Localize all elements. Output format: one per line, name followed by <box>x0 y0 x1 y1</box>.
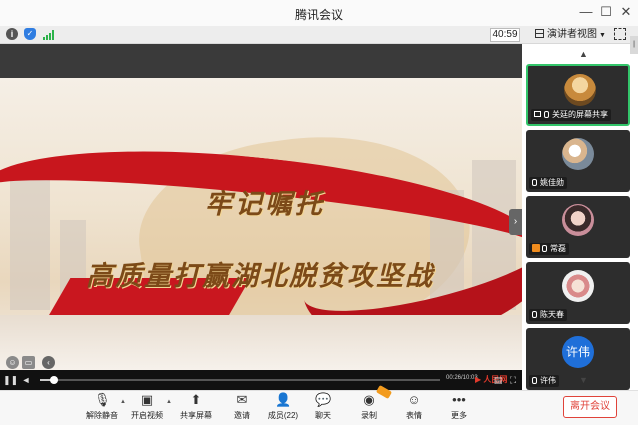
shield-icon[interactable]: ✓ <box>24 28 36 40</box>
participant-tile[interactable]: 常磊 <box>526 196 630 258</box>
scroll-down-icon[interactable]: ▼ <box>579 375 588 385</box>
volume-icon[interactable]: ◄ <box>20 374 32 386</box>
participant-name: 常磊 <box>550 244 566 253</box>
participant-label: 许伟 <box>529 375 559 387</box>
share-screen-button[interactable]: ⬆ 共享屏幕 <box>176 393 216 425</box>
emoji-icon: ☺ <box>407 392 421 407</box>
video-progress-bar[interactable] <box>40 376 440 384</box>
participant-tile[interactable]: 陈天春 <box>526 262 630 324</box>
view-mode-label: 演讲者视图 <box>547 29 597 40</box>
invite-label: 邀请 <box>234 411 250 420</box>
window-title: 腾讯会议 <box>294 8 343 22</box>
emoji-button[interactable]: ☺ 表情 <box>394 393 434 425</box>
title-bar: 腾讯会议 — ☐ ✕ <box>0 0 638 26</box>
close-icon[interactable]: ✕ <box>618 4 634 20</box>
meeting-toolbar: i ✓ 40:59 演讲者视图 ▼ <box>0 26 638 44</box>
video-title-line2: 高质量打赢湖北脱贫攻坚战 <box>86 261 434 292</box>
avatar <box>562 138 594 170</box>
mic-muted-icon <box>532 377 537 384</box>
record-button[interactable]: ◉ 录制 <box>349 393 389 425</box>
members-label: 成员(22) <box>267 411 299 420</box>
collapse-left-icon[interactable]: ‹ <box>42 356 55 369</box>
settings-icon[interactable]: ▤ <box>492 374 504 386</box>
mic-muted-icon <box>532 179 537 186</box>
mic-icon <box>544 111 549 118</box>
participant-tile[interactable]: 姚佳勋 <box>526 130 630 192</box>
emoji-small-icon[interactable]: ☺ <box>6 356 19 369</box>
grid-icon <box>535 29 544 38</box>
participant-label: 常磊 <box>529 243 569 255</box>
share-screen-icon: ⬆ <box>190 392 202 407</box>
avatar <box>562 204 594 236</box>
mic-muted-icon <box>542 245 547 252</box>
invite-icon: ✉ <box>236 392 248 407</box>
signal-icon[interactable] <box>43 30 55 40</box>
participant-name: 许伟 <box>540 376 556 385</box>
collapse-panel-tab[interactable]: | <box>630 36 638 54</box>
chat-icon: 💬 <box>315 392 332 407</box>
shared-video-frame: 牢记嘱托 高质量打赢湖北脱贫攻坚战 <box>0 78 522 370</box>
chevron-up-icon[interactable]: ▲ <box>166 399 172 405</box>
video-player-bar: ❚❚ ◄ 00:26/10:03 ▶ 人民网 ▤ ⛶ <box>0 370 522 390</box>
video-play-time: 00:26/10:03 <box>446 375 478 381</box>
progress-knob[interactable] <box>50 376 58 384</box>
meeting-control-bar: 🎙 解除静音 ▲ ▣ 开启视频 ▲ ⬆ 共享屏幕 ✉ 邀请 👤 成员(22) 💬… <box>0 390 638 425</box>
avatar: 许伟 <box>562 336 594 368</box>
scroll-up-icon[interactable]: ▲ <box>579 49 588 59</box>
chat-label: 聊天 <box>315 411 331 420</box>
chevron-up-icon[interactable]: ▲ <box>120 399 126 405</box>
host-icon <box>532 244 540 252</box>
floor-reflection <box>0 315 522 370</box>
emoji-label: 表情 <box>406 411 422 420</box>
participant-tile[interactable]: 关廷的屏幕共享 <box>526 64 630 126</box>
unmute-label: 解除静音 <box>86 411 118 420</box>
invite-button[interactable]: ✉ 邀请 <box>222 393 262 425</box>
record-icon: ◉ <box>363 392 375 407</box>
video-label: 开启视频 <box>131 411 163 420</box>
participant-label: 陈天春 <box>529 309 567 321</box>
fullscreen-video-icon[interactable]: ⛶ <box>507 374 519 386</box>
avatar <box>562 270 594 302</box>
avatar <box>564 74 596 106</box>
video-button[interactable]: ▣ 开启视频 <box>127 393 167 425</box>
share-screen-label: 共享屏幕 <box>180 411 212 420</box>
video-off-icon: ▣ <box>140 392 154 407</box>
expand-panel-icon[interactable]: › <box>509 209 522 235</box>
minimize-icon[interactable]: — <box>578 4 594 20</box>
shared-screen: 牢记嘱托 高质量打赢湖北脱贫攻坚战 ☺ ▭ ‹ › ❚❚ ◄ 00:26/10:… <box>0 44 522 390</box>
chat-small-icon[interactable]: ▭ <box>22 356 35 369</box>
maximize-icon[interactable]: ☐ <box>598 4 614 20</box>
participant-name: 关廷的屏幕共享 <box>552 110 608 119</box>
participant-tile[interactable]: 许伟 许伟 <box>526 328 630 390</box>
info-icon[interactable]: i <box>6 28 18 40</box>
participant-panel: ▲ 关廷的屏幕共享 姚佳勋 常磊 陈天春 许伟 许伟 ▼ <box>522 44 638 390</box>
meeting-timer: 40:59 <box>490 28 520 42</box>
record-label: 录制 <box>361 411 377 420</box>
view-mode-button[interactable]: 演讲者视图 ▼ <box>535 27 607 43</box>
leave-meeting-button[interactable]: 离开会议 <box>563 396 617 418</box>
participant-name: 陈天春 <box>540 310 564 319</box>
participant-name: 姚佳勋 <box>540 178 564 187</box>
chevron-down-icon: ▼ <box>599 32 606 39</box>
mic-muted-icon <box>532 311 537 318</box>
more-label: 更多 <box>451 411 467 420</box>
participant-label: 关廷的屏幕共享 <box>531 109 611 121</box>
more-button[interactable]: ••• 更多 <box>439 393 479 425</box>
screen-share-icon <box>534 111 541 117</box>
mic-muted-icon: 🎙 <box>94 392 111 407</box>
chat-button[interactable]: 💬 聊天 <box>303 393 343 425</box>
unmute-button[interactable]: 🎙 解除静音 <box>82 393 122 425</box>
pause-icon[interactable]: ❚❚ <box>3 374 18 386</box>
participant-label: 姚佳勋 <box>529 177 567 189</box>
more-icon: ••• <box>452 392 466 407</box>
fullscreen-icon[interactable] <box>614 28 626 40</box>
members-button[interactable]: 👤 成员(22) <box>263 393 303 425</box>
video-title-line1: 牢记嘱托 <box>205 189 325 220</box>
members-icon: 👤 <box>275 392 292 407</box>
share-top-strip <box>0 44 522 78</box>
